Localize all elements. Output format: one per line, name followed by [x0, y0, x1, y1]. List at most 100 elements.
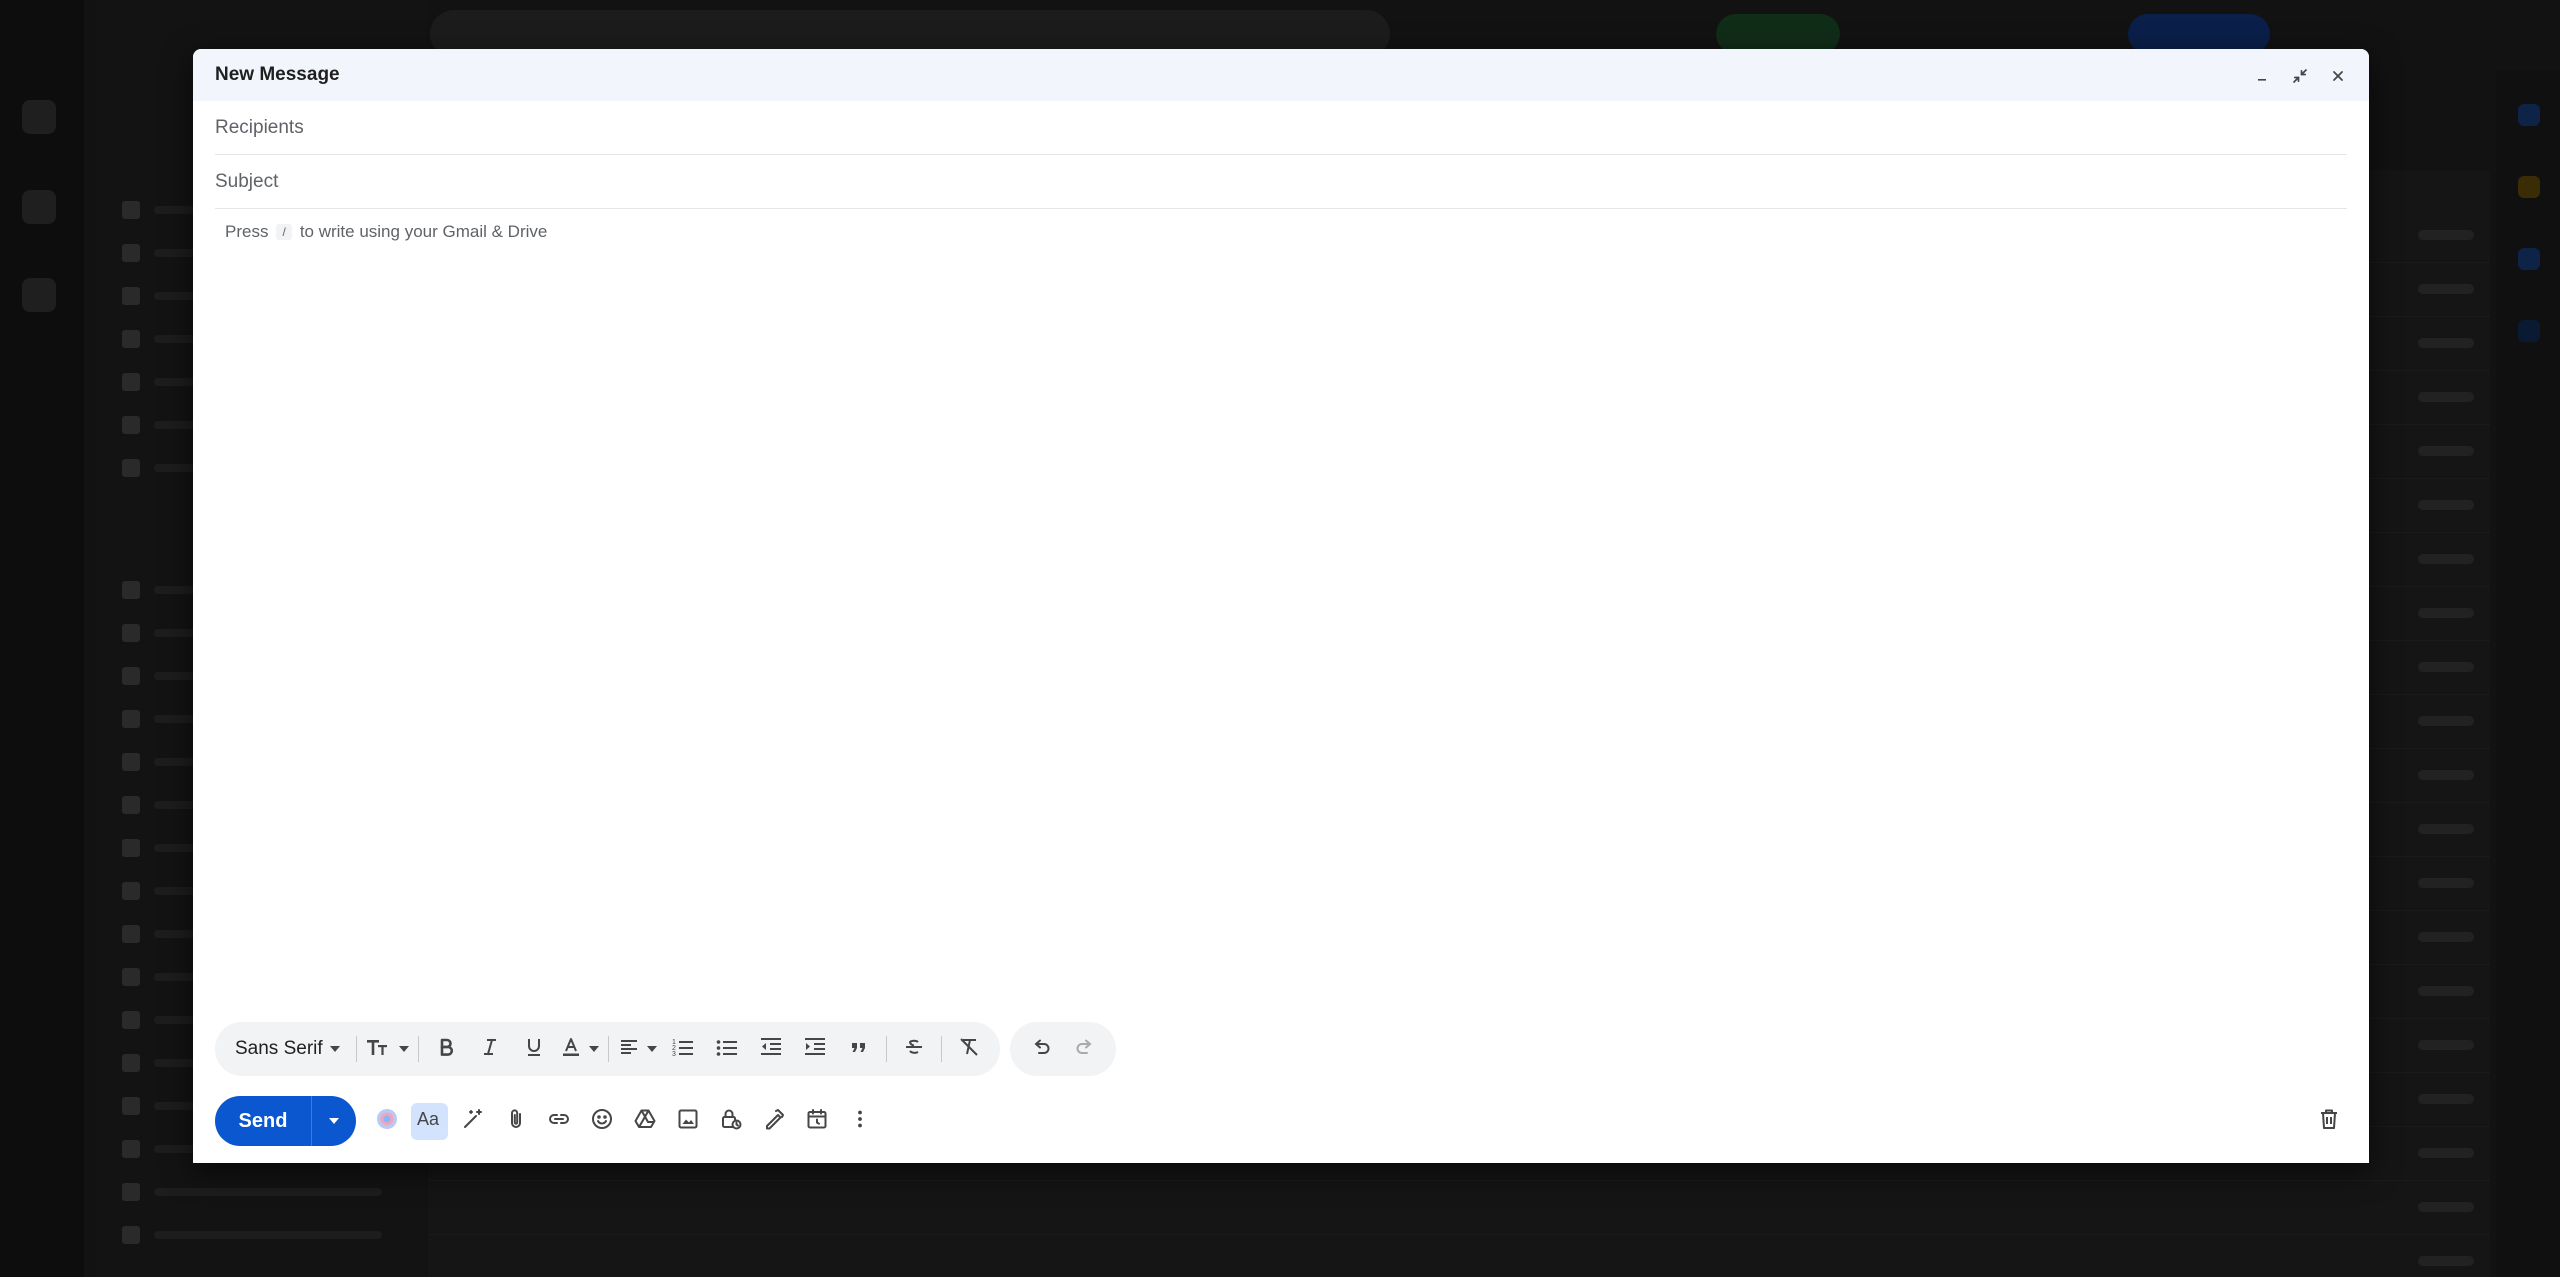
- compose-title: New Message: [215, 64, 340, 85]
- undo-button[interactable]: [1020, 1030, 1062, 1068]
- body-hint-prefix: Press: [225, 222, 269, 241]
- send-button[interactable]: Send: [215, 1096, 311, 1146]
- formatting-toolbar: Sans Serif 1 2 3: [215, 1022, 1116, 1076]
- emoji-icon: [590, 1107, 614, 1136]
- background-blue-button: [2128, 14, 2270, 54]
- chevron-down-icon: [646, 1046, 657, 1052]
- send-options-button[interactable]: [311, 1096, 356, 1146]
- recipients-row: [215, 101, 2347, 155]
- body-hint-key: /: [276, 224, 292, 240]
- attach-button[interactable]: [497, 1103, 534, 1140]
- text-color-icon: [560, 1036, 582, 1063]
- insert-link-button[interactable]: [540, 1103, 577, 1140]
- window-controls: [2247, 61, 2353, 91]
- strikethrough-button[interactable]: [893, 1030, 935, 1068]
- schedule-icon: [805, 1107, 829, 1136]
- more-options-icon: [848, 1107, 872, 1136]
- remove-formatting-button[interactable]: [948, 1030, 990, 1068]
- remove-formatting-icon: [958, 1036, 980, 1063]
- underline-button[interactable]: [513, 1030, 555, 1068]
- message-body[interactable]: Press / to write using your Gmail & Driv…: [225, 222, 547, 242]
- recipients-input[interactable]: [215, 116, 2347, 139]
- bold-button[interactable]: [425, 1030, 467, 1068]
- font-family-select[interactable]: Sans Serif: [225, 1030, 350, 1068]
- text-size-icon: [366, 1036, 392, 1063]
- chevron-down-icon: [588, 1046, 599, 1052]
- numbered-list-button[interactable]: 1 2 3: [662, 1030, 704, 1068]
- keep-side-icon: [2518, 176, 2540, 198]
- align-button[interactable]: [615, 1030, 660, 1068]
- italic-icon: [479, 1036, 501, 1063]
- bold-icon: [435, 1036, 457, 1063]
- toolbar-divider: [940, 1036, 942, 1062]
- text-size-button[interactable]: [363, 1030, 412, 1068]
- app-rail: [0, 0, 84, 1277]
- italic-button[interactable]: [469, 1030, 511, 1068]
- svg-text:Aa: Aa: [417, 1109, 440, 1129]
- meet-rail-icon: [22, 278, 56, 312]
- signature-icon: [762, 1107, 786, 1136]
- compose-titlebar[interactable]: New Message: [193, 49, 2369, 101]
- svg-text:3: 3: [672, 1051, 676, 1058]
- history-pill: [1009, 1022, 1116, 1076]
- bulleted-list-button[interactable]: [706, 1030, 748, 1068]
- insert-photo-button[interactable]: [669, 1103, 706, 1140]
- drive-icon: [633, 1107, 657, 1136]
- exit-fullscreen-icon[interactable]: [2285, 61, 2315, 91]
- align-icon: [618, 1036, 640, 1063]
- indent-less-button[interactable]: [750, 1030, 792, 1068]
- gemini-icon: [375, 1107, 399, 1136]
- insert-drive-button[interactable]: [626, 1103, 663, 1140]
- nav-row: [122, 1182, 382, 1202]
- redo-icon: [1074, 1036, 1096, 1063]
- subject-input[interactable]: [215, 170, 2347, 193]
- numbered-list-icon: 1 2 3: [671, 1036, 695, 1063]
- formatting-pill: Sans Serif 1 2 3: [215, 1022, 1000, 1076]
- mail-rail-icon: [22, 100, 56, 134]
- body-hint-suffix: to write using your Gmail & Drive: [299, 222, 548, 241]
- toolbar-divider: [355, 1036, 357, 1062]
- compose-dialog: New Message Press / to write: [193, 49, 2369, 1163]
- nav-row: [122, 1225, 382, 1245]
- formatting-options-icon: Aa: [416, 1107, 444, 1136]
- close-icon[interactable]: [2323, 61, 2353, 91]
- gemini-button[interactable]: [368, 1103, 405, 1140]
- formatting-options-button[interactable]: Aa: [411, 1102, 448, 1140]
- quote-icon: [848, 1036, 870, 1063]
- more-options-button[interactable]: [841, 1103, 878, 1140]
- help-me-write-button[interactable]: [454, 1103, 491, 1140]
- chevron-down-icon: [329, 1046, 340, 1052]
- background-list-item: [428, 1236, 2490, 1277]
- font-family-label: Sans Serif: [235, 1038, 323, 1059]
- confidential-icon: [719, 1107, 743, 1136]
- quote-button[interactable]: [838, 1030, 880, 1068]
- chevron-down-icon: [398, 1046, 409, 1052]
- redo-button[interactable]: [1064, 1030, 1106, 1068]
- chat-rail-icon: [22, 190, 56, 224]
- toolbar-divider: [607, 1036, 609, 1062]
- indent-less-icon: [759, 1036, 783, 1063]
- minimize-icon[interactable]: [2247, 61, 2277, 91]
- schedule-send-button[interactable]: [798, 1103, 835, 1140]
- photo-icon: [676, 1107, 700, 1136]
- tasks-side-icon: [2518, 248, 2540, 270]
- confidential-mode-button[interactable]: [712, 1103, 749, 1140]
- discard-draft-button[interactable]: [2310, 1103, 2347, 1140]
- toolbar-divider: [417, 1036, 419, 1062]
- indent-more-button[interactable]: [794, 1030, 836, 1068]
- attach-icon: [504, 1107, 528, 1136]
- compose-actions: Aa: [368, 1102, 878, 1140]
- toolbar-divider: [885, 1036, 887, 1062]
- send-options-icon: [329, 1118, 339, 1124]
- insert-signature-button[interactable]: [755, 1103, 792, 1140]
- background-side-panel: [2496, 70, 2560, 1277]
- undo-icon: [1030, 1036, 1052, 1063]
- help-me-write-icon: [461, 1107, 485, 1136]
- insert-emoji-button[interactable]: [583, 1103, 620, 1140]
- underline-icon: [523, 1036, 545, 1063]
- discard-icon: [2317, 1107, 2341, 1136]
- bulleted-list-icon: [715, 1036, 739, 1063]
- strikethrough-icon: [903, 1036, 925, 1063]
- compose-action-bar: Send Aa: [215, 1096, 2347, 1146]
- text-color-button[interactable]: [557, 1030, 602, 1068]
